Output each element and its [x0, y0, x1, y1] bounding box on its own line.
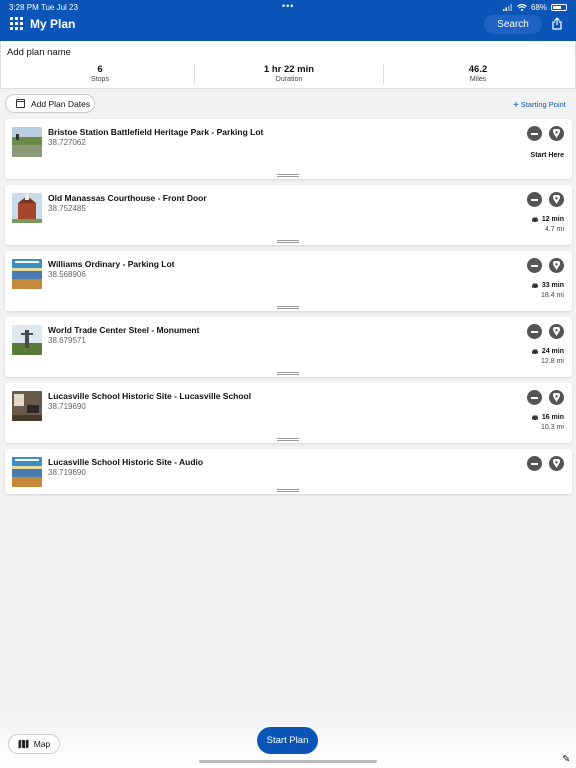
travel-distance: 4.7 mi	[544, 226, 564, 233]
stop-coordinate: 38.568906	[48, 270, 86, 279]
stat-label: Stops	[91, 76, 109, 83]
travel-time-value: 24 min	[541, 348, 564, 355]
stop-card[interactable]: World Trade Center Steel - Monument 38.6…	[5, 317, 572, 377]
drag-handle[interactable]	[277, 240, 299, 243]
home-indicator	[199, 760, 377, 763]
stop-thumbnail	[12, 127, 42, 157]
drag-handle[interactable]	[277, 174, 299, 177]
multitask-dots-icon[interactable]: •••	[282, 1, 294, 11]
add-plan-dates-button[interactable]: Add Plan Dates	[5, 94, 95, 113]
app-header: 3:28 PM Tue Jul 23 ••• 68% My Plan Searc…	[0, 0, 576, 41]
stop-thumbnail	[12, 457, 42, 487]
starting-point-label: Starting Point	[520, 100, 566, 109]
drag-handle[interactable]	[277, 489, 299, 492]
stat-stops: 6 Stops	[5, 64, 195, 83]
location-pin-icon[interactable]	[549, 126, 564, 141]
pencil-icon[interactable]: ✎	[562, 754, 570, 765]
travel-time: 12 min	[531, 216, 564, 223]
start-here-label: Start Here	[530, 152, 564, 159]
travel-time: 16 min	[531, 414, 564, 421]
drag-handle[interactable]	[277, 438, 299, 441]
stop-name: Old Manassas Courthouse - Front Door	[48, 193, 207, 203]
stop-coordinate: 38.679571	[48, 336, 86, 345]
wifi-icon	[517, 4, 527, 11]
car-icon	[531, 217, 538, 223]
travel-time: 24 min	[531, 348, 564, 355]
stat-miles: 46.2 Miles	[383, 64, 573, 83]
stop-coordinate: 38.752485	[48, 204, 86, 213]
stop-name: Lucasville School Historic Site - Lucasv…	[48, 391, 252, 401]
status-right: 68%	[502, 3, 567, 12]
drag-handle[interactable]	[277, 306, 299, 309]
cellular-icon	[502, 4, 512, 11]
drag-handle[interactable]	[277, 372, 299, 375]
car-icon	[531, 415, 538, 421]
stop-card[interactable]: Williams Ordinary - Parking Lot 38.56890…	[5, 251, 572, 311]
stop-thumbnail	[12, 325, 42, 355]
travel-time: 33 min	[531, 282, 564, 289]
battery-percent: 68%	[530, 3, 547, 12]
stop-name: World Trade Center Steel - Monument	[48, 325, 200, 335]
stop-thumbnail	[12, 391, 42, 421]
stat-value: 46.2	[468, 64, 488, 75]
remove-stop-button[interactable]	[527, 126, 542, 141]
travel-time-value: 12 min	[541, 216, 564, 223]
plan-summary: Add plan name 6 Stops 1 hr 22 min Durati…	[0, 41, 576, 89]
map-icon	[18, 739, 29, 749]
travel-distance: 10.3 mi	[541, 424, 564, 431]
stop-coordinate: 38.719690	[48, 402, 86, 411]
stop-name: Williams Ordinary - Parking Lot	[48, 259, 175, 269]
stop-thumbnail	[12, 259, 42, 289]
remove-stop-button[interactable]	[527, 456, 542, 471]
start-plan-button[interactable]: Start Plan	[257, 727, 318, 754]
search-button[interactable]: Search	[484, 15, 542, 34]
stop-coordinate: 38.719690	[48, 468, 86, 477]
remove-stop-button[interactable]	[527, 258, 542, 273]
travel-distance: 12.8 mi	[541, 358, 564, 365]
battery-icon	[551, 4, 567, 11]
plus-icon: +	[513, 100, 519, 111]
stop-card[interactable]: Old Manassas Courthouse - Front Door 38.…	[5, 185, 572, 245]
stat-value: 6	[97, 64, 103, 75]
remove-stop-button[interactable]	[527, 390, 542, 405]
map-button[interactable]: Map	[8, 734, 60, 754]
stop-coordinate: 38.727062	[48, 138, 86, 147]
stop-name: Lucasville School Historic Site - Audio	[48, 457, 204, 467]
stat-duration: 1 hr 22 min Duration	[194, 64, 384, 83]
stat-label: Miles	[469, 76, 487, 83]
stop-card[interactable]: Lucasville School Historic Site - Lucasv…	[5, 383, 572, 443]
app-grid-icon[interactable]	[10, 17, 23, 30]
stat-label: Duration	[275, 76, 303, 83]
calendar-icon	[16, 99, 25, 108]
travel-distance: 18.4 mi	[541, 292, 564, 299]
map-label: Map	[33, 739, 51, 749]
stop-name: Bristoe Station Battlefield Heritage Par…	[48, 127, 264, 137]
location-pin-icon[interactable]	[549, 324, 564, 339]
share-icon[interactable]	[551, 17, 563, 30]
location-pin-icon[interactable]	[549, 192, 564, 207]
stat-value: 1 hr 22 min	[263, 64, 315, 75]
stop-thumbnail	[12, 193, 42, 223]
stop-card[interactable]: Lucasville School Historic Site - Audio …	[5, 449, 572, 494]
location-pin-icon[interactable]	[549, 258, 564, 273]
location-pin-icon[interactable]	[549, 456, 564, 471]
add-plan-dates-label: Add Plan Dates	[31, 98, 91, 109]
stop-card[interactable]: Bristoe Station Battlefield Heritage Par…	[5, 119, 572, 179]
remove-stop-button[interactable]	[527, 324, 542, 339]
starting-point-link[interactable]: + Starting Point	[513, 99, 566, 111]
page-title: My Plan	[30, 17, 76, 31]
travel-time-value: 33 min	[541, 282, 564, 289]
nav-bar: My Plan Search	[0, 14, 576, 41]
status-time: 3:28 PM Tue Jul 23	[9, 3, 78, 12]
car-icon	[531, 349, 538, 355]
car-icon	[531, 283, 538, 289]
remove-stop-button[interactable]	[527, 192, 542, 207]
travel-time-value: 16 min	[541, 414, 564, 421]
plan-name-field[interactable]: Add plan name	[7, 47, 71, 58]
status-bar: 3:28 PM Tue Jul 23 ••• 68%	[0, 0, 576, 14]
location-pin-icon[interactable]	[549, 390, 564, 405]
